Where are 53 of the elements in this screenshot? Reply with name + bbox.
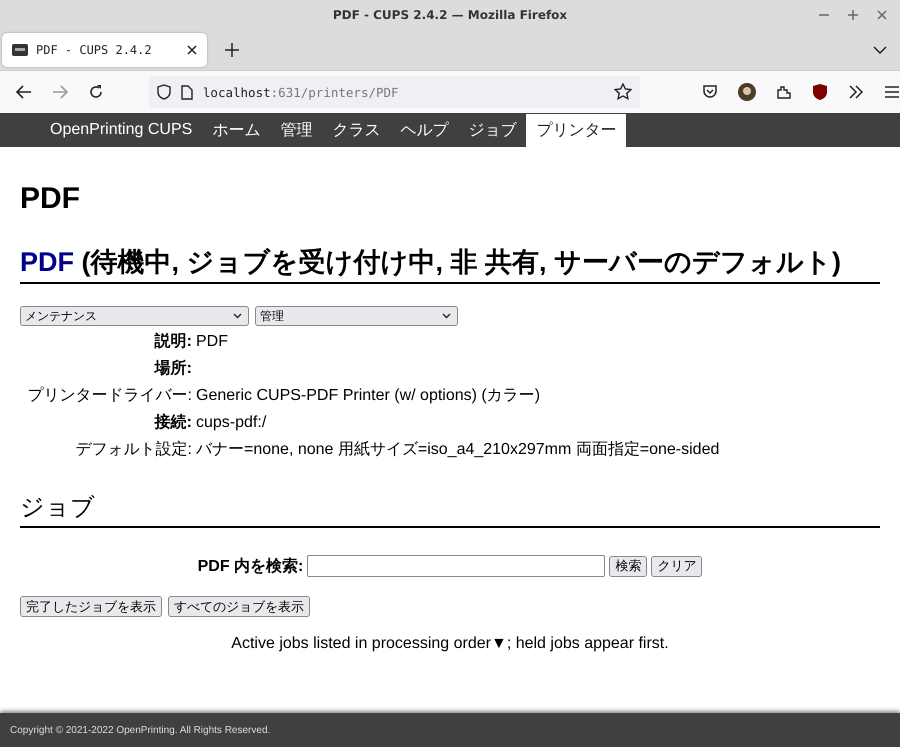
bookmark-star-icon[interactable] bbox=[614, 83, 632, 101]
search-field[interactable] bbox=[307, 555, 606, 577]
form-button[interactable]: クリア bbox=[651, 556, 702, 576]
shield-icon bbox=[156, 84, 171, 100]
printer-favicon-icon bbox=[12, 42, 28, 58]
chevron-down-icon bbox=[233, 313, 242, 319]
forward-icon[interactable] bbox=[52, 85, 68, 99]
printer-link[interactable]: PDF bbox=[20, 247, 74, 277]
nav-link[interactable]: 管理 bbox=[270, 113, 322, 147]
jobs-note: Active jobs listed in processing order▼; held jobs appear first. bbox=[230, 635, 670, 653]
menu-icon[interactable] bbox=[884, 85, 900, 99]
property-value: cups-pdf:/ bbox=[196, 414, 266, 431]
address-bar[interactable]: localhost:631/printers/PDF bbox=[148, 76, 640, 108]
search-label: PDF 内を検索: bbox=[198, 556, 304, 576]
reload-icon[interactable] bbox=[88, 84, 104, 100]
puzzle-icon[interactable] bbox=[776, 84, 792, 100]
avatar-icon[interactable] bbox=[738, 83, 756, 101]
property-label: 接続: bbox=[153, 413, 192, 433]
page-title: PDF bbox=[20, 181, 81, 217]
nav-link[interactable]: ヘルプ bbox=[390, 113, 458, 147]
property-label: デフォルト設定: bbox=[74, 440, 192, 460]
property-label: 場所: bbox=[153, 359, 192, 379]
url-text: localhost:631/printers/PDF bbox=[202, 84, 400, 100]
nav-link[interactable]: クラス bbox=[322, 113, 390, 147]
property-label: プリンタードライバー: bbox=[26, 386, 192, 406]
brand-link[interactable]: OpenPrinting CUPS bbox=[40, 113, 202, 147]
form-button[interactable]: 検索 bbox=[609, 556, 648, 576]
show-jobs-button[interactable]: 完了したジョブを表示 bbox=[20, 596, 162, 617]
dropdown[interactable]: 管理 bbox=[255, 306, 458, 326]
section-heading: ジョブ bbox=[20, 490, 880, 528]
property-value: バナー=none, none 用紙サイズ=iso_a4_210x297mm 両面指定=one-sided bbox=[196, 441, 720, 458]
back-icon[interactable] bbox=[16, 85, 32, 99]
more-tools-icon[interactable] bbox=[848, 85, 864, 99]
copyright-text: Copyright © 2021-2022 OpenPrinting. All Rights Reserved. bbox=[10, 724, 270, 736]
window-title: PDF - CUPS 2.4.2 — Mozilla Firefox bbox=[332, 8, 568, 22]
close-icon[interactable] bbox=[187, 45, 197, 55]
shield-icon[interactable] bbox=[812, 83, 828, 101]
printer-heading: PDF (待機中, ジョブを受け付け中, 非 共有, サーバーのデフォルト) bbox=[20, 242, 880, 284]
show-jobs-button[interactable]: すべてのジョブを表示 bbox=[168, 596, 310, 617]
dropdown[interactable]: メンテナンス bbox=[20, 306, 249, 326]
nav-link[interactable]: ジョブ bbox=[458, 113, 526, 147]
browser-tab[interactable]: PDF - CUPS 2.4.2 bbox=[2, 33, 207, 67]
chevron-down-icon[interactable] bbox=[873, 46, 887, 54]
maximize-icon[interactable] bbox=[847, 9, 859, 21]
nav-link[interactable]: プリンター bbox=[526, 114, 626, 147]
chevron-down-icon bbox=[442, 313, 451, 319]
property-value: PDF bbox=[196, 333, 228, 350]
page-icon bbox=[180, 84, 193, 100]
property-label: 説明: bbox=[153, 332, 192, 352]
new-tab-icon[interactable] bbox=[225, 43, 239, 57]
property-value: Generic CUPS-PDF Printer (w/ options) (カラー) bbox=[196, 387, 540, 404]
nav-link[interactable]: ホーム bbox=[202, 113, 270, 147]
pocket-icon[interactable] bbox=[702, 84, 718, 100]
